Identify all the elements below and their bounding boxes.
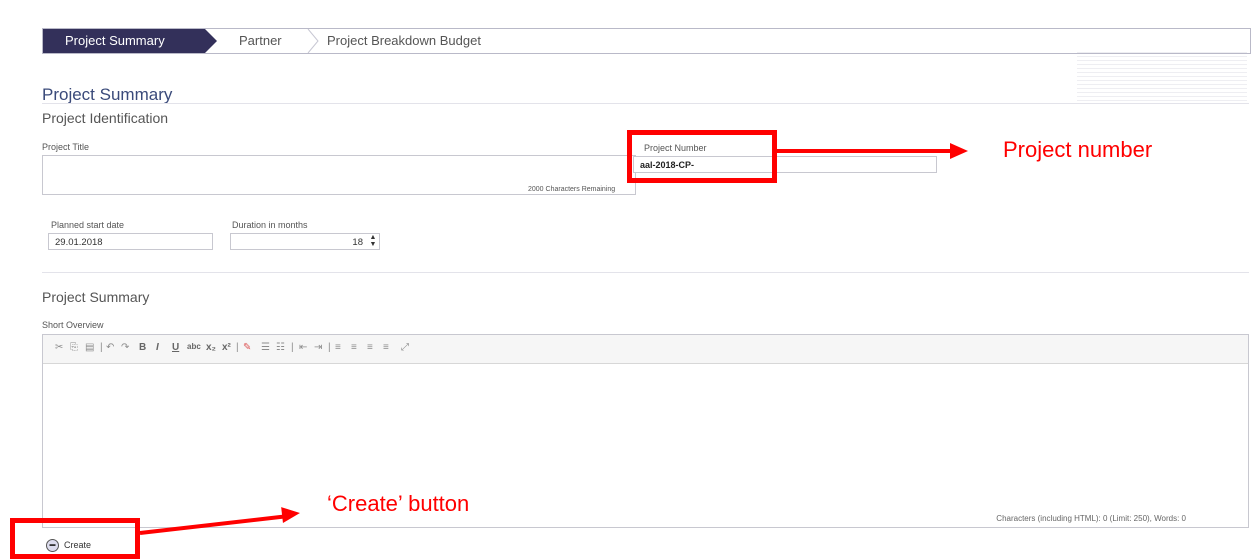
bulleted-list-icon[interactable]: ☷ xyxy=(276,342,285,353)
chevron-right-icon xyxy=(307,29,319,53)
remove-format-icon[interactable]: ✎ xyxy=(243,342,251,353)
step-project-breakdown-budget[interactable]: Project Breakdown Budget xyxy=(327,29,481,53)
decorative-stripes xyxy=(1077,52,1247,104)
step-partner[interactable]: Partner xyxy=(239,29,282,53)
align-center-icon[interactable]: ≡ xyxy=(351,342,357,353)
summary-heading: Project Summary xyxy=(42,289,150,305)
strikethrough-icon[interactable]: abc xyxy=(187,342,201,351)
wizard-steps: Project Summary Partner Project Breakdow… xyxy=(42,28,1251,54)
project-number-highlight xyxy=(627,130,777,183)
start-date-input[interactable]: 29.01.2018 xyxy=(48,233,213,250)
page-title: Project Summary xyxy=(42,85,173,104)
justify-icon[interactable]: ≡ xyxy=(383,342,389,353)
annotation-project-number: Project number xyxy=(1003,137,1153,162)
chars-remaining: 2000 Characters Remaining xyxy=(528,186,616,193)
redo-icon[interactable]: ↷ xyxy=(121,342,129,353)
annotation-create-button: ‘Create’ button xyxy=(327,491,470,516)
duration-input[interactable]: 18 xyxy=(230,233,380,250)
duration-spinner[interactable]: ▲ ▼ xyxy=(368,234,378,249)
section-subtitle: Project Identification xyxy=(42,110,169,126)
step-project-summary[interactable]: Project Summary xyxy=(43,29,217,53)
arrow-right-icon xyxy=(950,143,968,159)
editor-toolbar: ✂ ⎘ ▤ | ↶ ↷ B I U abc x₂ x² | ✎ ☰ ☷ | ⇤ … xyxy=(43,335,1248,364)
project-title-label: Project Title xyxy=(42,142,90,152)
start-date-label: Planned start date xyxy=(51,220,125,230)
paste-text-icon[interactable]: ▤ xyxy=(85,342,94,353)
create-button-highlight xyxy=(10,518,140,559)
cut-icon[interactable]: ✂ xyxy=(55,342,63,353)
indent-icon[interactable]: ⇥ xyxy=(314,342,322,353)
duration-label: Duration in months xyxy=(232,220,308,230)
bold-icon[interactable]: B xyxy=(139,342,146,353)
underline-icon[interactable]: U xyxy=(172,342,179,353)
divider xyxy=(42,103,1249,104)
undo-icon[interactable]: ↶ xyxy=(106,342,114,353)
outdent-icon[interactable]: ⇤ xyxy=(299,342,307,353)
divider xyxy=(42,272,1249,273)
character-count: Characters (including HTML): 0 (Limit: 2… xyxy=(996,514,1186,523)
italic-icon[interactable]: I xyxy=(156,342,159,353)
align-right-icon[interactable]: ≡ xyxy=(367,342,373,353)
align-left-icon[interactable]: ≡ xyxy=(335,342,341,353)
superscript-icon[interactable]: x² xyxy=(222,342,231,353)
numbered-list-icon[interactable]: ☰ xyxy=(261,342,270,353)
maximize-icon[interactable]: ⤢ xyxy=(401,342,409,353)
copy-icon[interactable]: ⎘ xyxy=(70,342,78,353)
subscript-icon[interactable]: x₂ xyxy=(206,342,216,353)
short-overview-label: Short Overview xyxy=(42,320,104,330)
annotation-arrow-line xyxy=(775,149,951,153)
arrow-right-icon xyxy=(281,505,301,523)
